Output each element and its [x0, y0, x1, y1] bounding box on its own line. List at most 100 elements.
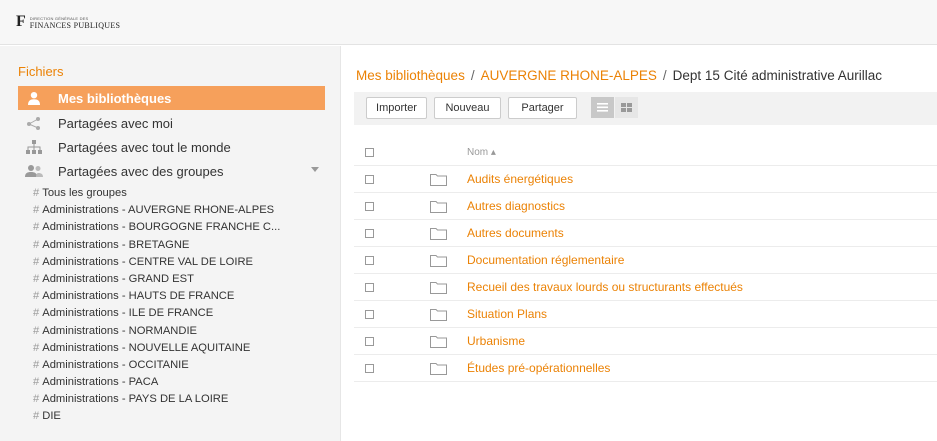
new-button[interactable]: Nouveau — [434, 97, 501, 119]
breadcrumb-separator: / — [470, 68, 475, 83]
group-item[interactable]: # Administrations - PACA — [33, 374, 333, 391]
row-checkbox[interactable] — [365, 202, 374, 211]
hash-icon: # — [33, 272, 40, 285]
folder-name[interactable]: Autres documents — [467, 226, 564, 240]
logo-text: DIRECTION GÉNÉRALE DES FINANCES PUBLIQUE… — [29, 15, 121, 30]
folder-icon — [430, 201, 447, 213]
org-chart-icon — [24, 139, 44, 155]
group-item[interactable]: # Administrations - BOURGOGNE FRANCHE C..… — [33, 219, 333, 236]
group-list: # Tous les groupes # Administrations - AUV… — [33, 185, 333, 426]
nav-label: Mes bibliothèques — [58, 90, 172, 106]
folder-icon — [430, 228, 447, 240]
hash-icon: # — [33, 187, 40, 199]
breadcrumb: Mes bibliothèques / AUVERGNE RHONE-ALPES / D… — [356, 68, 882, 83]
nav-item-partagees-avec-tout-le-monde[interactable]: Partagées avec tout le monde — [18, 135, 325, 159]
folder-icon — [430, 282, 447, 294]
hash-icon: # — [33, 204, 40, 217]
table-row[interactable]: Autres documents — [354, 220, 937, 247]
folder-name[interactable]: Situation Plans — [467, 307, 547, 321]
group-item[interactable]: # DIE — [33, 408, 333, 425]
sidebar-title: Fichiers — [18, 64, 64, 79]
nav-label: Partagées avec des groupes — [58, 163, 224, 179]
sidebar: Fichiers Mes bibliothèques Partagées ave… — [0, 46, 341, 441]
hash-icon: # — [33, 238, 40, 251]
folder-name[interactable]: Audits énergétiques — [467, 172, 573, 186]
group-item[interactable]: # Administrations - NOUVELLE AQUITAINE — [33, 340, 333, 357]
row-checkbox[interactable] — [365, 337, 374, 346]
breadcrumb-current: Dept 15 Cité administrative Aurillac — [672, 68, 882, 83]
top-bar: F DIRECTION GÉNÉRALE DES FINANCES PUBLIQ… — [0, 0, 937, 45]
share-icon — [24, 115, 44, 131]
table-row[interactable]: Recueil des travaux lourds ou structuran… — [354, 274, 937, 301]
row-checkbox[interactable] — [365, 283, 374, 292]
hash-icon: # — [33, 410, 40, 423]
nav-label: Partagées avec moi — [58, 115, 173, 131]
folder-name[interactable]: Études pré-opérationnelles — [467, 361, 610, 375]
import-button[interactable]: Importer — [366, 97, 427, 119]
row-checkbox[interactable] — [365, 364, 374, 373]
list-view-toggle[interactable] — [591, 97, 614, 118]
file-table: Nom ▴ Audits énergétiques Autres diagnos… — [354, 140, 937, 382]
logo-mark: F — [16, 13, 26, 30]
group-item[interactable]: # Administrations - OCCITANIE — [33, 357, 333, 374]
nav-item-mes-bibliotheques[interactable]: Mes bibliothèques — [18, 86, 325, 110]
folder-icon — [430, 363, 447, 375]
list-view-icon — [597, 103, 608, 112]
table-row[interactable]: Urbanisme — [354, 328, 937, 355]
group-item[interactable]: # Administrations - AUVERGNE RHONE-ALPES — [33, 202, 333, 219]
group-item[interactable]: # Administrations - GRAND EST — [33, 271, 333, 288]
group-item[interactable]: # Administrations - ILE DE FRANCE — [33, 305, 333, 322]
folder-icon — [430, 336, 447, 348]
toolbar: Importer Nouveau Partager — [354, 92, 937, 125]
group-item[interactable]: # Administrations - BRETAGNE — [33, 237, 333, 254]
hash-icon: # — [33, 341, 40, 354]
folder-name[interactable]: Urbanisme — [467, 334, 525, 348]
hash-icon: # — [33, 255, 40, 268]
table-header: Nom ▴ — [354, 140, 937, 166]
dgfip-logo[interactable]: F DIRECTION GÉNÉRALE DES FINANCES PUBLIQ… — [16, 13, 121, 30]
row-checkbox[interactable] — [365, 256, 374, 265]
breadcrumb-separator: / — [662, 68, 667, 83]
main-content: Mes bibliothèques / AUVERGNE RHONE-ALPES / D… — [342, 46, 937, 441]
hash-icon: # — [33, 358, 40, 371]
hash-icon: # — [33, 290, 40, 303]
grid-view-icon — [621, 103, 632, 112]
grid-view-toggle[interactable] — [615, 97, 638, 118]
group-item[interactable]: # Administrations - NORMANDIE — [33, 323, 333, 340]
folder-icon — [430, 255, 447, 267]
row-checkbox[interactable] — [365, 175, 374, 184]
breadcrumb-library[interactable]: AUVERGNE RHONE-ALPES — [481, 68, 657, 83]
table-row[interactable]: Audits énergétiques — [354, 166, 937, 193]
group-item[interactable]: # Administrations - HAUTS DE FRANCE — [33, 288, 333, 305]
table-row[interactable]: Documentation réglementaire — [354, 247, 937, 274]
folder-icon — [430, 309, 447, 321]
chevron-down-icon[interactable] — [311, 167, 319, 172]
table-row[interactable]: Autres diagnostics — [354, 193, 937, 220]
row-checkbox[interactable] — [365, 229, 374, 238]
nav-label: Partagées avec tout le monde — [58, 139, 231, 155]
table-row[interactable]: Situation Plans — [354, 301, 937, 328]
folder-icon — [430, 174, 447, 186]
hash-icon: # — [33, 393, 40, 406]
breadcrumb-root[interactable]: Mes bibliothèques — [356, 68, 465, 83]
hash-icon: # — [33, 324, 40, 337]
group-item[interactable]: # Administrations - CENTRE VAL DE LOIRE — [33, 254, 333, 271]
hash-icon: # — [33, 307, 40, 320]
folder-name[interactable]: Recueil des travaux lourds ou structuran… — [467, 280, 743, 294]
name-column-header[interactable]: Nom ▴ — [467, 147, 496, 158]
group-item[interactable]: # Administrations - PAYS DE LA LOIRE — [33, 391, 333, 408]
select-all-checkbox[interactable] — [365, 148, 374, 157]
group-icon — [24, 163, 44, 179]
group-item[interactable]: # Tous les groupes — [33, 185, 333, 202]
logo-title: FINANCES PUBLIQUES — [29, 21, 121, 30]
table-row[interactable]: Études pré-opérationnelles — [354, 355, 937, 382]
folder-name[interactable]: Autres diagnostics — [467, 199, 565, 213]
hash-icon: # — [33, 221, 40, 234]
folder-name[interactable]: Documentation réglementaire — [467, 253, 624, 267]
share-button[interactable]: Partager — [508, 97, 577, 119]
nav-item-partagees-avec-des-groupes[interactable]: Partagées avec des groupes — [18, 159, 325, 183]
row-checkbox[interactable] — [365, 310, 374, 319]
user-icon — [24, 90, 44, 106]
nav-item-partagees-avec-moi[interactable]: Partagées avec moi — [18, 111, 325, 135]
hash-icon: # — [33, 376, 40, 389]
